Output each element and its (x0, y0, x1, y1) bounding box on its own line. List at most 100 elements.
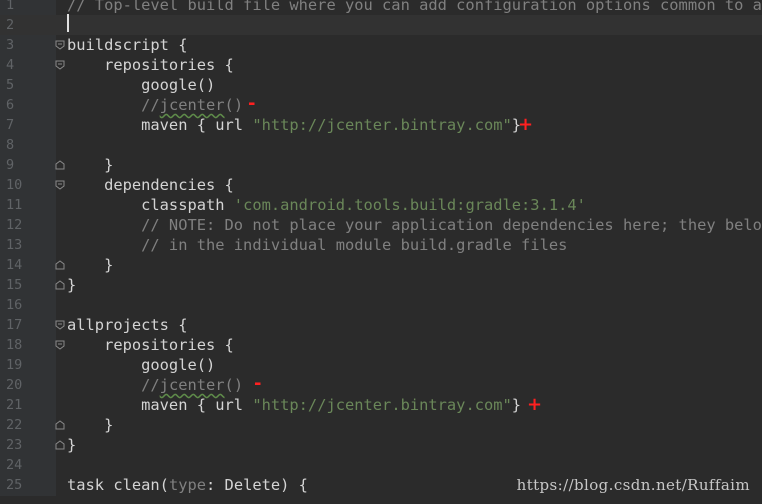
code-line[interactable]: 9 } (0, 155, 762, 175)
code-token: } (67, 256, 114, 274)
fold-end-icon[interactable] (55, 260, 65, 270)
code-line[interactable]: 14 } (0, 255, 762, 275)
code-token: // Top-level build file where you can ad… (67, 0, 762, 14)
code-line[interactable]: 17 allprojects { (0, 315, 762, 335)
horizontal-scrollbar[interactable] (0, 496, 762, 504)
code-line[interactable]: 3 buildscript { (0, 35, 762, 55)
code-token: // NOTE: Do not place your application d… (67, 216, 762, 234)
code-token: () (224, 96, 244, 114)
code-token: jcenter (159, 96, 225, 114)
code-text: task clean(type: Delete) { (67, 475, 308, 495)
code-token: } (67, 436, 77, 454)
code-token: jcenter (159, 376, 225, 394)
line-number: 18 (6, 337, 23, 353)
code-line[interactable]: 23} (0, 435, 762, 455)
line-number: 11 (6, 197, 23, 213)
fold-collapse-icon[interactable] (55, 180, 65, 190)
code-text: } (67, 155, 113, 175)
line-number: 1 (6, 0, 15, 13)
added-marker-line21: + (527, 394, 543, 415)
code-token: buildscript { (67, 36, 188, 54)
line-number: 6 (6, 97, 15, 113)
code-token: allprojects { (67, 316, 188, 334)
line-number: 14 (6, 257, 23, 273)
fold-end-icon[interactable] (55, 160, 65, 170)
code-line[interactable]: 21 maven { url "http://jcenter.bintray.c… (0, 395, 762, 415)
code-text: maven { url "http://jcenter.bintray.com"… (67, 395, 521, 415)
line-number: 24 (6, 457, 23, 473)
fold-collapse-icon[interactable] (55, 60, 65, 70)
fold-collapse-icon[interactable] (55, 340, 65, 350)
code-line[interactable]: 7 maven { url "http://jcenter.bintray.co… (0, 115, 762, 135)
code-text: buildscript { (67, 35, 187, 55)
line-number: 20 (6, 377, 23, 393)
line-number: 12 (6, 217, 23, 233)
code-text: // in the individual module build.gradle… (67, 235, 567, 255)
code-token: maven { url (67, 396, 253, 414)
line-number: 7 (6, 117, 15, 133)
code-editor[interactable]: 1 // Top-level build file where you can a… (0, 0, 762, 504)
line-number: 23 (6, 437, 23, 453)
fold-collapse-icon[interactable] (55, 320, 65, 330)
line-number: 19 (6, 357, 23, 373)
line-number: 16 (6, 297, 23, 313)
removed-marker-line20: - (254, 373, 262, 394)
fold-end-icon[interactable] (55, 440, 65, 450)
code-line[interactable]: 1 // Top-level build file where you can a… (0, 0, 762, 15)
code-token: 'com.android.tools.build:gradle:3.1.4' (233, 196, 586, 214)
code-token: // (67, 376, 160, 394)
code-token: task clean( (67, 476, 169, 494)
code-text: allprojects { (67, 315, 187, 335)
code-text: repositories { (67, 335, 234, 355)
line-number: 13 (6, 237, 23, 253)
code-token: // in the individual module build.gradle… (67, 236, 568, 254)
line-number: 22 (6, 417, 23, 433)
line-number: 2 (6, 17, 15, 33)
code-line[interactable]: 18 repositories { (0, 335, 762, 355)
code-text: dependencies { (67, 175, 234, 195)
code-token: } (67, 276, 77, 294)
code-line[interactable]: 12 // NOTE: Do not place your applicatio… (0, 215, 762, 235)
code-line[interactable]: 2 (0, 15, 762, 35)
line-number: 3 (6, 37, 15, 53)
code-line[interactable]: 8 (0, 135, 762, 155)
code-line[interactable]: 4 repositories { (0, 55, 762, 75)
code-text: classpath 'com.android.tools.build:gradl… (67, 195, 586, 215)
code-token: } (67, 156, 114, 174)
fold-collapse-icon[interactable] (55, 40, 65, 50)
code-line[interactable]: 19 google() (0, 355, 762, 375)
removed-marker-line6: - (248, 93, 256, 114)
code-text: google() (67, 75, 215, 95)
text-caret (67, 14, 69, 32)
code-line[interactable]: 13 // in the individual module build.gra… (0, 235, 762, 255)
fold-end-icon[interactable] (55, 280, 65, 290)
code-text: } (67, 255, 113, 275)
code-line[interactable]: 16 (0, 295, 762, 315)
code-token: // (67, 96, 160, 114)
code-line[interactable]: 22 } (0, 415, 762, 435)
line-number: 5 (6, 77, 15, 93)
code-text: maven { url "http://jcenter.bintray.com"… (67, 115, 521, 135)
code-token: repositories { (67, 56, 234, 74)
watermark: https://blog.csdn.net/Ruffaim (516, 476, 750, 494)
line-number: 25 (6, 477, 23, 493)
code-token: } (67, 416, 114, 434)
code-text: //jcenter() (67, 375, 243, 395)
code-line[interactable]: 15} (0, 275, 762, 295)
line-number: 17 (6, 317, 23, 333)
code-token: () (224, 376, 244, 394)
code-token: google() (67, 356, 216, 374)
code-line[interactable]: 11 classpath 'com.android.tools.build:gr… (0, 195, 762, 215)
code-line[interactable]: 5 google() (0, 75, 762, 95)
code-token: : Delete) { (206, 476, 308, 494)
line-number: 10 (6, 177, 23, 193)
code-line[interactable]: 6 //jcenter() (0, 95, 762, 115)
line-number: 4 (6, 57, 15, 73)
code-line[interactable]: 10 dependencies { (0, 175, 762, 195)
line-number: 15 (6, 277, 23, 293)
code-line[interactable]: 20 //jcenter() (0, 375, 762, 395)
code-text: google() (67, 355, 215, 375)
code-line[interactable]: 24 (0, 455, 762, 475)
fold-end-icon[interactable] (55, 420, 65, 430)
code-text: } (67, 275, 76, 295)
